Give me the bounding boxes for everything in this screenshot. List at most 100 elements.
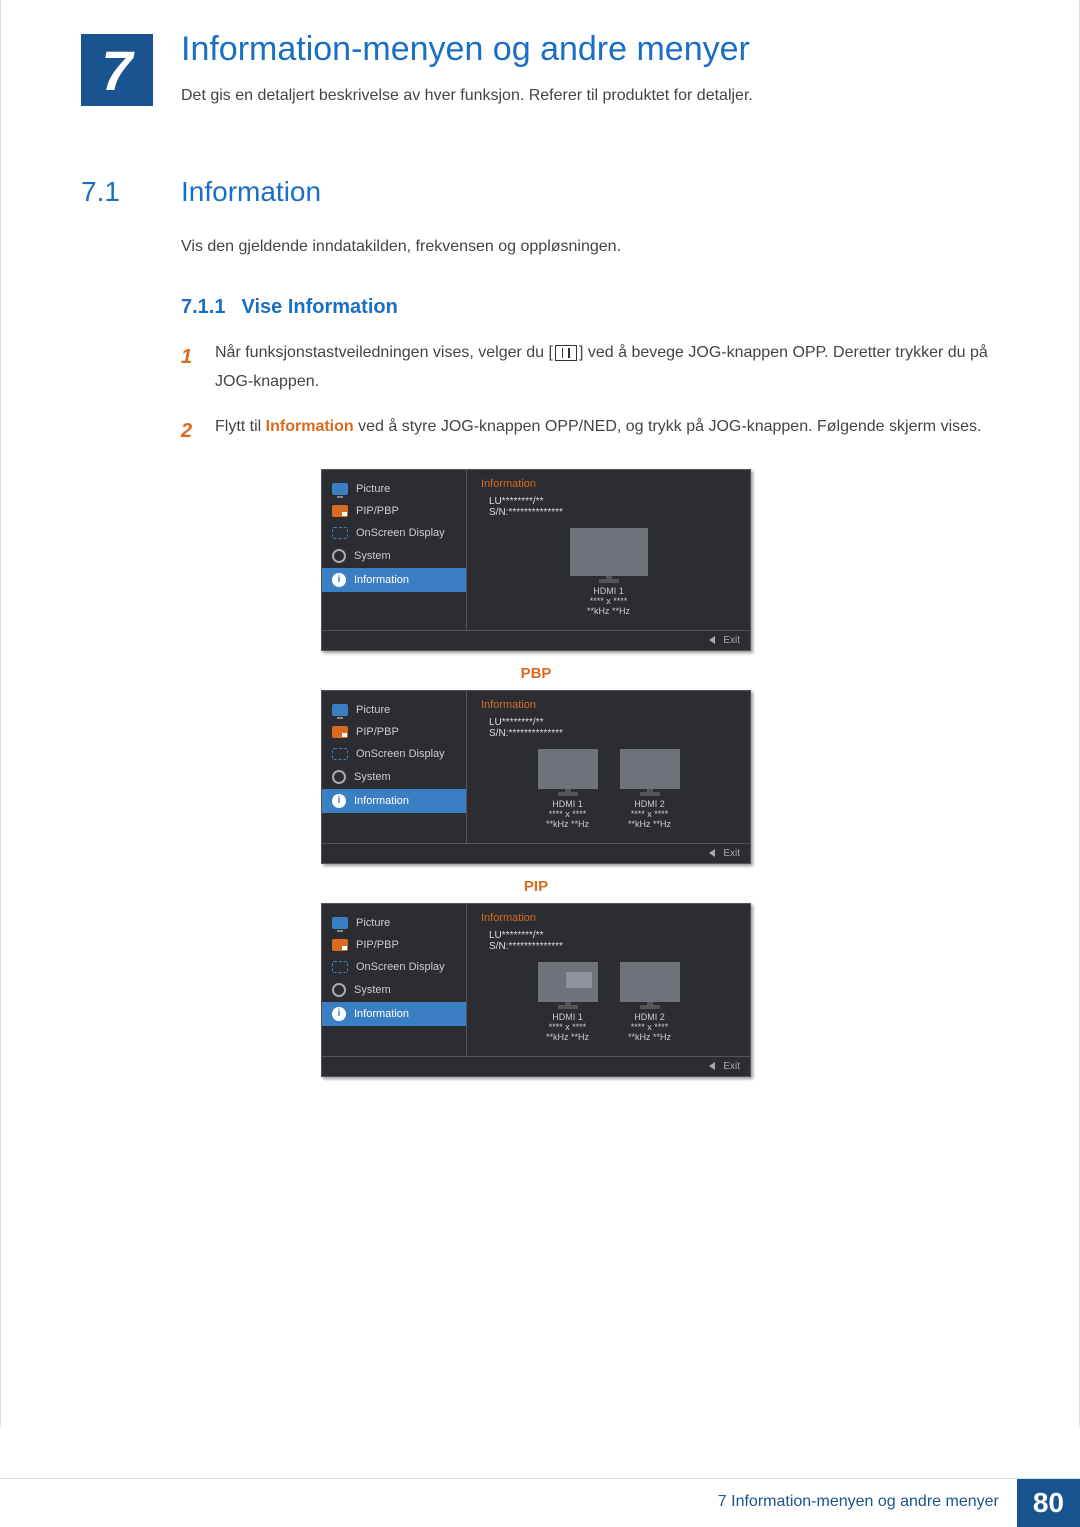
osd-resolution: **** x **** [620,1022,680,1032]
osd-menu-picture[interactable]: Picture [322,478,466,500]
step-number: 1 [181,339,199,397]
section-heading: 7.1 Information [81,176,999,208]
osd-model: LU********/** [489,717,736,728]
pip-inset-icon [566,972,592,988]
pbp-label: PBP [321,665,751,682]
osd-menu-information[interactable]: iInformation [322,1002,466,1026]
osd-resolution: **** x **** [570,596,648,606]
footer-chapter-title: Information-menyen og andre menyer [731,1493,999,1510]
pip-icon [332,939,348,951]
osd-menu-pip[interactable]: PIP/PBP [322,500,466,522]
osd-footer: Exit [322,844,750,863]
monitor-icon [332,483,348,495]
osd-exit-label[interactable]: Exit [723,635,740,646]
step-text: Flytt til Information ved å styre JOG-kn… [215,413,981,449]
step-2: 2 Flytt til Information ved å styre JOG-… [181,413,999,449]
osd-frequency: **kHz **Hz [538,1032,598,1042]
osd-serial: S/N:************** [489,507,736,518]
subsection-title: Vise Information [241,296,397,319]
info-icon: i [332,573,346,587]
osd-single: Picture PIP/PBP OnScreen Display System … [321,469,751,1077]
pip-icon [332,505,348,517]
chapter-number-badge: 7 [81,34,153,106]
info-icon: i [332,1007,346,1021]
osd-source-label: HDMI 1 [538,1012,598,1022]
subsection-heading: 7.1.1 Vise Information [181,296,999,319]
osd-monitor-preview-2: HDMI 2 **** x **** **kHz **Hz [620,749,680,829]
osd-menu-onscreen[interactable]: OnScreen Display [322,956,466,978]
osd-footer: Exit [322,1057,750,1076]
back-arrow-icon[interactable] [709,1062,715,1070]
osd-source-label: HDMI 2 [620,799,680,809]
info-icon: i [332,794,346,808]
gear-icon [332,983,346,997]
subsection-number: 7.1.1 [181,296,225,319]
step-number: 2 [181,413,199,449]
osd-footer: Exit [322,631,750,650]
osd-serial: S/N:************** [489,941,736,952]
osd-pbp: Picture PIP/PBP OnScreen Display System … [321,690,751,864]
osd-source-label: HDMI 1 [570,586,648,596]
osd-menu-onscreen[interactable]: OnScreen Display [322,522,466,544]
osd-model: LU********/** [489,496,736,507]
monitor-icon [332,917,348,929]
osd-frequency: **kHz **Hz [620,1032,680,1042]
osd-monitor-preview: HDMI 1 **** x **** **kHz **Hz [570,528,648,616]
osd-source-label: HDMI 1 [538,799,598,809]
chapter-header: 7 Information-menyen og andre menyer Det… [81,30,999,106]
screen-icon [332,961,348,973]
osd-menu-information[interactable]: iInformation [322,789,466,813]
osd-panel-title: Information [481,912,736,924]
osd-frequency: **kHz **Hz [570,606,648,616]
osd-menu-information[interactable]: iInformation [322,568,466,592]
footer-page-number: 80 [1017,1479,1080,1527]
osd-panel: Information LU********/** S/N:**********… [467,470,750,630]
osd-menu-system[interactable]: System [322,765,466,789]
chapter-description: Det gis en detaljert beskrivelse av hver… [181,87,753,105]
osd-menu-onscreen[interactable]: OnScreen Display [322,743,466,765]
osd-panel-title: Information [481,699,736,711]
osd-panel: Information LU********/** S/N:**********… [467,691,750,843]
step-text: Når funksjonstastveiledningen vises, vel… [215,339,999,397]
chapter-title: Information-menyen og andre menyer [181,30,753,69]
gear-icon [332,770,346,784]
osd-serial: S/N:************** [489,728,736,739]
osd-frequency: **kHz **Hz [538,819,598,829]
osd-resolution: **** x **** [538,1022,598,1032]
osd-resolution: **** x **** [538,809,598,819]
back-arrow-icon[interactable] [709,849,715,857]
menu-icon [555,345,577,361]
osd-exit-label[interactable]: Exit [723,848,740,859]
screen-icon [332,527,348,539]
pip-label: PIP [321,878,751,895]
footer-chapter-ref: 7 [718,1493,727,1510]
step-1: 1 Når funksjonstastveiledningen vises, v… [181,339,999,397]
page-footer: 7 Information-menyen og andre menyer 80 [0,1478,1080,1527]
osd-menu-system[interactable]: System [322,544,466,568]
osd-menu-picture[interactable]: Picture [322,912,466,934]
osd-panel: Information LU********/** S/N:**********… [467,904,750,1056]
osd-source-label: HDMI 2 [620,1012,680,1022]
osd-monitor-preview-1: HDMI 1 **** x **** **kHz **Hz [538,962,598,1042]
section-title: Information [181,176,321,208]
monitor-icon [332,704,348,716]
gear-icon [332,549,346,563]
osd-menu-pip[interactable]: PIP/PBP [322,934,466,956]
osd-menu-picture[interactable]: Picture [322,699,466,721]
osd-monitor-preview-2: HDMI 2 **** x **** **kHz **Hz [620,962,680,1042]
screen-icon [332,748,348,760]
osd-resolution: **** x **** [620,809,680,819]
osd-pip: Picture PIP/PBP OnScreen Display System … [321,903,751,1077]
step-list: 1 Når funksjonstastveiledningen vises, v… [181,339,999,449]
section-paragraph: Vis den gjeldende inndatakilden, frekven… [181,238,999,256]
back-arrow-icon[interactable] [709,636,715,644]
osd-menu-pip[interactable]: PIP/PBP [322,721,466,743]
osd-exit-label[interactable]: Exit [723,1061,740,1072]
section-number: 7.1 [81,176,151,208]
osd-sidebar: Picture PIP/PBP OnScreen Display System … [322,470,467,630]
osd-menu-system[interactable]: System [322,978,466,1002]
osd-frequency: **kHz **Hz [620,819,680,829]
osd-panel-title: Information [481,478,736,490]
pip-icon [332,726,348,738]
osd-sidebar: Picture PIP/PBP OnScreen Display System … [322,904,467,1056]
